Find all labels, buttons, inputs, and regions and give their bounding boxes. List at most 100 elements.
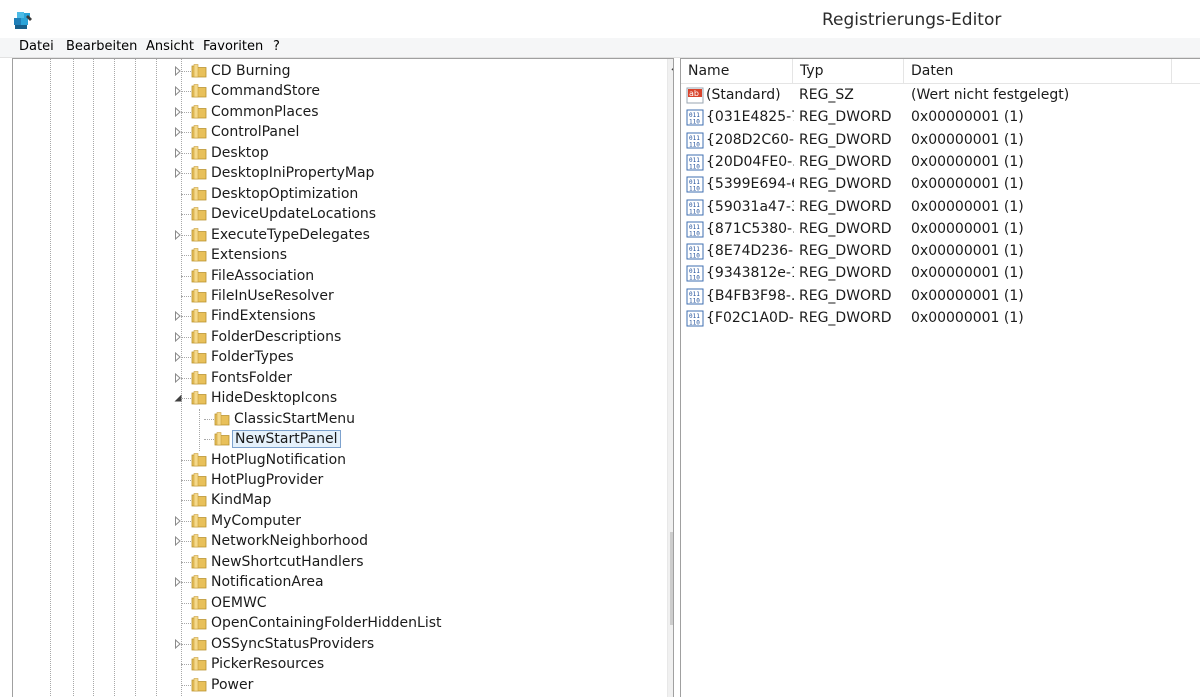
menu-datei[interactable]: Datei (16, 39, 57, 54)
folder-icon (191, 289, 207, 303)
menu-help[interactable]: ? (270, 39, 283, 54)
tree-connector-line (181, 398, 191, 400)
tree-item[interactable]: Extensions (13, 245, 653, 265)
value-type: REG_DWORD (799, 287, 892, 304)
tree-item[interactable]: FileAssociation (13, 266, 653, 286)
value-name: {9343812e-1... (706, 265, 794, 282)
tree-connector-line (181, 480, 191, 481)
tree-item[interactable]: OSSyncStatusProviders (13, 634, 653, 654)
tree-item[interactable]: NetworkNeighborhood (13, 531, 653, 551)
tree-item-label: NotificationArea (211, 574, 324, 591)
tree-item-label: FileInUseResolver (211, 287, 334, 304)
tree-connector-line (181, 643, 191, 645)
tree-item[interactable]: HotPlugProvider (13, 470, 653, 490)
tree-item-label: FolderTypes (211, 349, 294, 366)
tree-item[interactable]: FindExtensions (13, 306, 653, 326)
tree-item[interactable]: ClassicStartMenu (13, 409, 653, 429)
tree-item[interactable]: DesktopIniPropertyMap (13, 163, 653, 183)
tree-item[interactable]: OpenContainingFolderHiddenList (13, 613, 653, 633)
binary-value-icon: 011110 (686, 265, 704, 282)
folder-icon (191, 534, 207, 548)
tree-item[interactable]: HotPlugNotification (13, 450, 653, 470)
tree-item[interactable]: PickerResources (13, 654, 653, 674)
tree-item[interactable]: MyComputer (13, 511, 653, 531)
tree-connector-line (181, 357, 191, 359)
binary-value-icon: 011110 (686, 132, 704, 149)
tree-item-label: FindExtensions (211, 308, 316, 325)
column-header-type[interactable]: Typ (793, 59, 904, 84)
tree-item[interactable]: ExecuteTypeDelegates (13, 225, 653, 245)
value-row[interactable]: 011110{8E74D236-... REG_DWORD 0x00000001 (… (681, 241, 1200, 263)
tree-item[interactable]: CommandStore (13, 81, 653, 101)
tree-connector-line (181, 173, 191, 175)
menu-ansicht[interactable]: Ansicht (143, 39, 197, 54)
scrollbar-thumb[interactable] (670, 532, 673, 625)
value-row[interactable]: 011110{031E4825-7... REG_DWORD 0x00000001 … (681, 107, 1200, 129)
tree-connector-line (181, 193, 191, 195)
value-row[interactable]: 011110{F02C1A0D-... REG_DWORD 0x00000001 (… (681, 308, 1200, 330)
binary-value-icon: 011110 (686, 199, 704, 215)
tree-item[interactable]: FolderDescriptions (13, 327, 653, 347)
column-header-name[interactable]: Name (681, 59, 793, 84)
tree-item[interactable]: NewShortcutHandlers (13, 552, 653, 572)
value-row[interactable]: 011110{B4FB3F98-... REG_DWORD 0x00000001 (… (681, 286, 1200, 308)
folder-icon (191, 248, 207, 262)
folder-icon (191, 452, 207, 466)
value-name: (Standard) (706, 87, 781, 103)
tree-item[interactable]: Power (13, 675, 653, 695)
binary-value-icon: 011110 (686, 154, 704, 171)
menu-favoriten[interactable]: Favoriten (200, 39, 266, 54)
folder-icon (191, 473, 207, 487)
tree-item[interactable]: Desktop (13, 143, 653, 163)
value-row[interactable]: 011110{208D2C60-... REG_DWORD 0x00000001 (… (681, 130, 1200, 152)
folder-icon (191, 493, 207, 507)
tree-item[interactable]: OEMWC (13, 593, 653, 613)
folder-icon (191, 105, 207, 119)
tree-item[interactable]: DesktopOptimization (13, 184, 653, 204)
tree-item-label: FontsFolder (211, 369, 293, 386)
value-row[interactable]: 011110{5399E694-6... REG_DWORD 0x00000001 … (681, 174, 1200, 196)
value-type: REG_DWORD (799, 131, 892, 148)
folder-icon (191, 207, 207, 221)
binary-value-icon: 011110 (686, 221, 704, 238)
values-list[interactable]: Name Typ Daten ab (Standard) REG_SZ (Wert n… (680, 58, 1200, 697)
tree-item[interactable]: FontsFolder (13, 368, 653, 388)
registry-tree[interactable]: CD Burning CommandStore CommonPlaces Contro… (12, 58, 674, 697)
tree-item-label: NetworkNeighborhood (211, 533, 369, 550)
tree-connector-line (181, 255, 191, 257)
value-row[interactable]: 011110{20D04FE0-... REG_DWORD 0x00000001 (… (681, 152, 1200, 174)
title-bar: Registrierungs-Editor (0, 0, 1200, 38)
tree-item[interactable]: FolderTypes (13, 347, 653, 367)
value-row[interactable]: 011110{871C5380-... REG_DWORD 0x00000001 (… (681, 219, 1200, 241)
tree-item[interactable]: KindMap (13, 490, 653, 510)
tree-scrollbar[interactable] (667, 59, 674, 697)
tree-connector-line (181, 377, 191, 379)
tree-connector-line (181, 295, 191, 297)
tree-item[interactable]: ControlPanel (13, 122, 653, 142)
tree-item-label-selected: NewStartPanel (232, 430, 341, 449)
folder-icon (191, 636, 207, 650)
tree-item-label: CommandStore (211, 83, 320, 100)
tree-item[interactable]: DeviceUpdateLocations (13, 204, 653, 224)
list-header: Name Typ Daten (681, 59, 1200, 84)
tree-item-label: KindMap (211, 492, 272, 509)
tree-item[interactable]: CommonPlaces (13, 102, 653, 122)
menu-bearbeiten[interactable]: Bearbeiten (63, 39, 140, 54)
tree-item[interactable]: NewStartPanel (13, 429, 653, 449)
value-name: {59031a47-3... (706, 198, 794, 215)
binary-value-icon: 011110 (686, 243, 704, 260)
value-row[interactable]: 011110{59031a47-3... REG_DWORD 0x00000001 … (681, 197, 1200, 219)
tree-item[interactable]: CD Burning (13, 61, 653, 81)
folder-icon (191, 268, 207, 282)
column-header-data[interactable]: Daten (904, 59, 1172, 84)
tree-connector-line (181, 459, 191, 461)
svg-text:110: 110 (689, 119, 700, 126)
scroll-up-icon[interactable] (668, 59, 674, 76)
tree-connector-line (181, 132, 191, 134)
tree-item[interactable]: FileInUseResolver (13, 286, 653, 306)
tree-item[interactable]: NotificationArea (13, 572, 653, 592)
tree-item[interactable]: HideDesktopIcons (13, 388, 653, 408)
value-row[interactable]: 011110{9343812e-1... REG_DWORD 0x00000001 … (681, 263, 1200, 285)
value-row[interactable]: ab (Standard) REG_SZ (Wert nicht festgelegt… (681, 85, 1200, 107)
tree-item-label: FolderDescriptions (211, 328, 342, 345)
